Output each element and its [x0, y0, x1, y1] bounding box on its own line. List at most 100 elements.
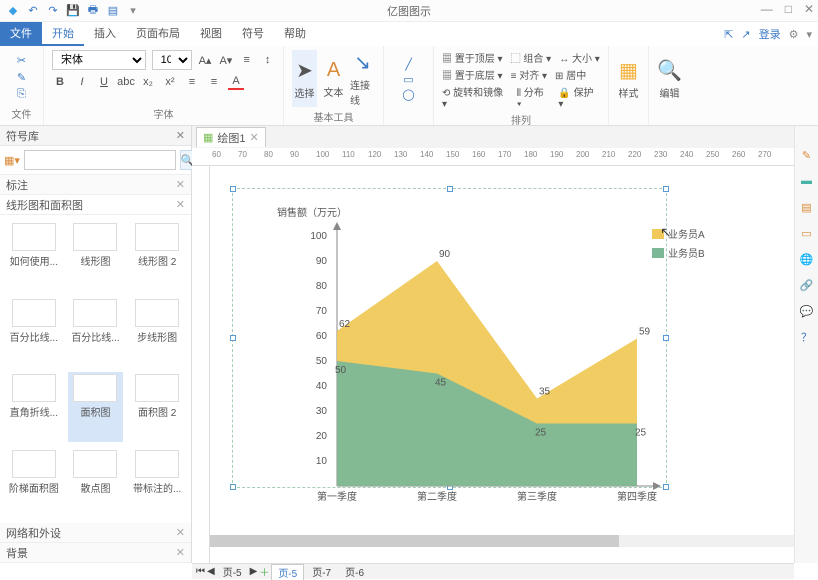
globe-icon[interactable]: 🌐	[798, 250, 816, 268]
shape-item[interactable]: 如何使用...	[6, 221, 62, 291]
qat-more-icon[interactable]: ▾	[126, 4, 140, 18]
bold-icon[interactable]: B	[52, 74, 68, 90]
style-button[interactable]: ▦样式	[617, 50, 640, 108]
properties-icon[interactable]: ✎	[798, 146, 816, 164]
distribute-button[interactable]: ⫴ 分布 ▾	[517, 84, 551, 110]
link-icon[interactable]: 🔗	[798, 276, 816, 294]
send-back-button[interactable]: ▦ 置于底层 ▾	[442, 67, 503, 82]
category-background[interactable]: 背景✕	[0, 543, 191, 563]
area-chart[interactable]: 销售额（万元） 102030405060708090100 5045252562…	[237, 186, 667, 506]
library-picker-icon[interactable]: ▦▾	[4, 154, 20, 167]
strike-icon[interactable]: abc	[118, 74, 134, 90]
shape-item[interactable]: 线形图 2	[129, 221, 185, 291]
add-page-icon[interactable]: ＋	[259, 564, 269, 579]
protect-button[interactable]: 🔒 保护 ▾	[558, 84, 600, 110]
shape-item[interactable]: 百分比线...	[68, 297, 124, 367]
save-icon[interactable]: 💾	[66, 4, 80, 18]
help-dropdown-icon[interactable]: ▾	[806, 28, 812, 41]
undo-icon[interactable]: ↶	[26, 4, 40, 18]
center-button[interactable]: ⊞ 居中	[555, 67, 586, 82]
collapse-icon[interactable]: ✕	[176, 526, 185, 539]
shape-item[interactable]: 面积图	[68, 372, 124, 442]
fill-icon[interactable]: ▬	[798, 172, 816, 190]
align-center-icon[interactable]: ≡	[206, 74, 222, 90]
italic-icon[interactable]: I	[74, 74, 90, 90]
login-link[interactable]: 登录	[759, 26, 781, 42]
format-painter-icon[interactable]: ✎	[17, 71, 26, 84]
underline-icon[interactable]: U	[96, 74, 112, 90]
info-icon[interactable]: ？	[798, 328, 816, 346]
tab-view[interactable]: 视图	[190, 22, 232, 46]
open-icon[interactable]: ▤	[106, 4, 120, 18]
collapse-icon[interactable]: ✕	[176, 546, 185, 559]
align-left-icon[interactable]: ≡	[184, 74, 200, 90]
close-button[interactable]: ✕	[804, 2, 814, 16]
bring-front-button[interactable]: ▦ 置于顶层 ▾	[442, 50, 503, 65]
shape-item[interactable]: 线形图	[68, 221, 124, 291]
tab-file[interactable]: 文件	[0, 22, 42, 46]
decrease-font-icon[interactable]: A▾	[218, 52, 233, 68]
connector-tool[interactable]: ↘连接线	[350, 50, 375, 107]
ellipse-shape-icon[interactable]: ◯	[402, 88, 414, 101]
page-tab[interactable]: 页-7	[306, 564, 337, 579]
page-tab[interactable]: 页-5	[271, 564, 304, 580]
copy-icon[interactable]: ⎘	[17, 88, 26, 101]
comment-icon[interactable]: 💬	[798, 302, 816, 320]
tab-help[interactable]: 帮助	[274, 22, 316, 46]
layers-icon[interactable]: ▤	[798, 198, 816, 216]
search-input[interactable]	[24, 150, 176, 170]
settings-icon[interactable]: ⚙	[789, 28, 799, 41]
page-tab[interactable]: 页-5	[217, 564, 248, 579]
page-tab[interactable]: 页-6	[339, 564, 370, 579]
shape-item[interactable]: 直角折线...	[6, 372, 62, 442]
category-line-area[interactable]: 线形图和面积图✕	[0, 195, 191, 215]
text-tool[interactable]: A文本	[321, 50, 346, 107]
tab-page-layout[interactable]: 页面布局	[126, 22, 190, 46]
document-tab[interactable]: ▦绘图1✕	[196, 127, 266, 147]
select-tool[interactable]: ➤选择	[292, 50, 317, 107]
tab-close-icon[interactable]: ✕	[250, 131, 259, 144]
font-name-select[interactable]: 宋体	[52, 50, 146, 70]
rotate-button[interactable]: ⟲ 旋转和镜像 ▾	[442, 84, 509, 110]
superscript-icon[interactable]: x²	[162, 74, 178, 90]
rect-shape-icon[interactable]: ▭	[403, 73, 413, 86]
size-button[interactable]: ↔ 大小 ▾	[559, 50, 600, 65]
share-icon[interactable]: ↗	[741, 28, 750, 41]
tab-symbol[interactable]: 符号	[232, 22, 274, 46]
tab-start[interactable]: 开始	[42, 22, 84, 46]
page-nav-first-icon[interactable]: ⏮	[196, 566, 205, 577]
group-button[interactable]: ⬚ 组合 ▾	[511, 50, 552, 65]
paste-icon[interactable]: ✂	[17, 54, 26, 67]
category-biaozhu[interactable]: 标注✕	[0, 175, 191, 195]
font-color-icon[interactable]: A	[228, 74, 244, 90]
line-shape-icon[interactable]: ╱	[405, 58, 412, 71]
print-icon[interactable]: 🖶	[86, 4, 100, 18]
page-icon[interactable]: ▭	[798, 224, 816, 242]
page-nav-prev-icon[interactable]: ◀	[207, 566, 215, 577]
minimize-button[interactable]: —	[761, 2, 773, 16]
align-button[interactable]: ≡ 对齐 ▾	[511, 67, 547, 82]
increase-font-icon[interactable]: A▴	[198, 52, 213, 68]
bullets-icon[interactable]: ≡	[239, 52, 254, 68]
collapse-icon[interactable]: ✕	[176, 178, 185, 191]
panel-close-icon[interactable]: ✕	[176, 129, 185, 142]
subscript-icon[interactable]: x₂	[140, 74, 156, 90]
edit-button[interactable]: 🔍编辑	[657, 50, 682, 108]
category-network[interactable]: 网络和外设✕	[0, 523, 191, 543]
canvas[interactable]: 销售额（万元） 102030405060708090100 5045252562…	[192, 166, 794, 563]
horizontal-scrollbar[interactable]	[210, 535, 794, 547]
shape-item[interactable]: 步线形图	[129, 297, 185, 367]
tab-insert[interactable]: 插入	[84, 22, 126, 46]
redo-icon[interactable]: ↷	[46, 4, 60, 18]
font-size-select[interactable]: 10	[152, 50, 192, 70]
shape-item[interactable]: 百分比线...	[6, 297, 62, 367]
maximize-button[interactable]: □	[785, 2, 792, 16]
page-nav-next-icon[interactable]: ▶	[250, 566, 258, 577]
legend-item-b[interactable]: 业务员B	[652, 245, 705, 260]
line-spacing-icon[interactable]: ↕	[260, 52, 275, 68]
export-icon[interactable]: ⇱	[724, 28, 733, 41]
edraw-icon[interactable]: ◆	[6, 4, 20, 18]
shape-item[interactable]: 散点图	[68, 448, 124, 518]
collapse-icon[interactable]: ✕	[176, 198, 185, 211]
shape-item[interactable]: 带标注的...	[129, 448, 185, 518]
